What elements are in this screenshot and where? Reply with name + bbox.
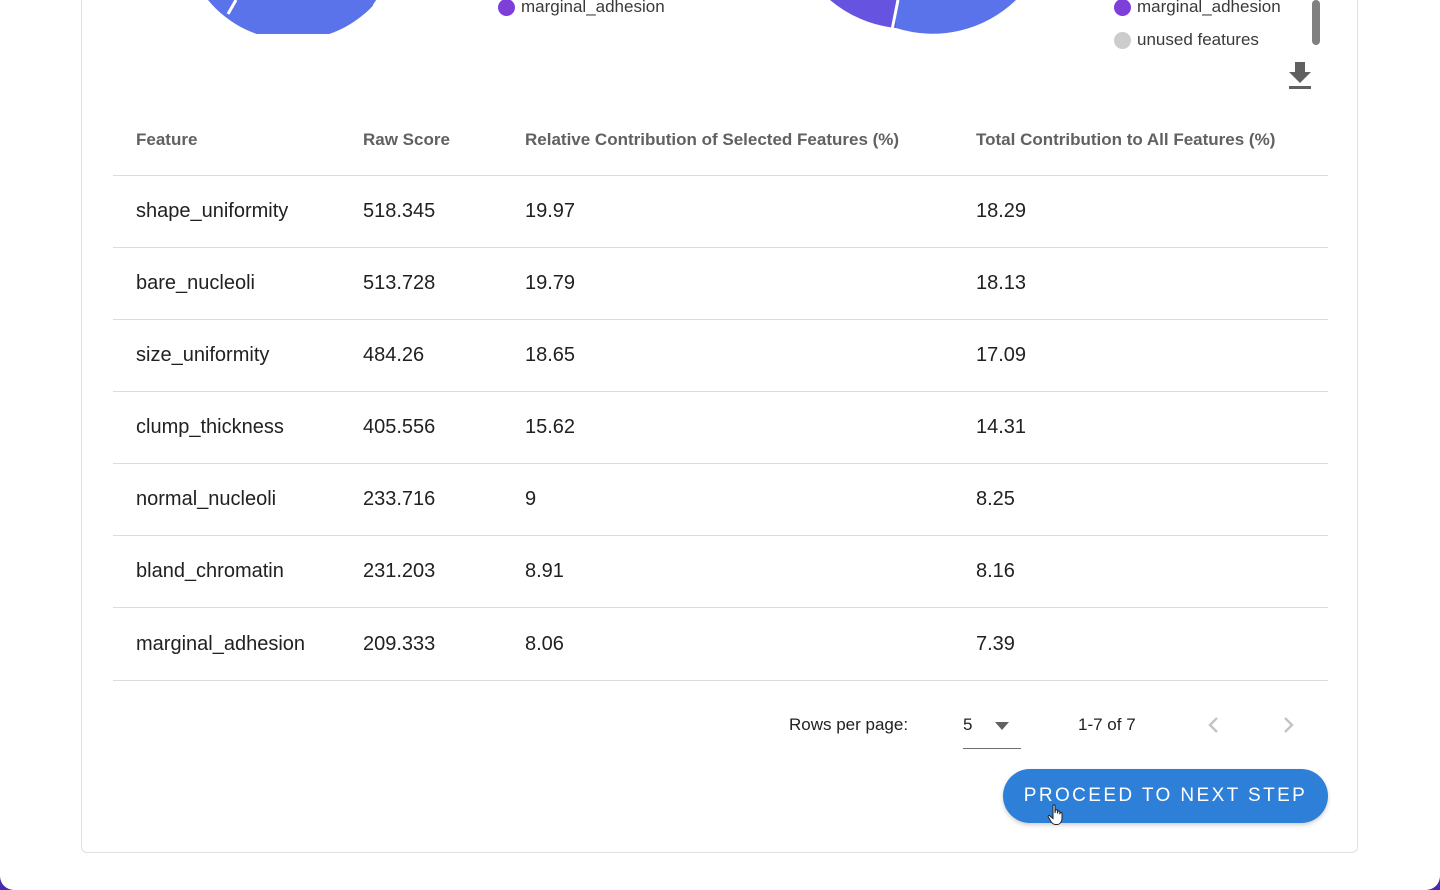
- cell-relative: 8.91: [502, 535, 953, 608]
- table-row: size_uniformity 484.26 18.65 17.09: [113, 319, 1328, 392]
- cell-feature: shape_uniformity: [113, 175, 340, 248]
- cell-relative: 15.62: [502, 391, 953, 464]
- pagination-range: 1-7 of 7: [1078, 715, 1136, 734]
- download-button[interactable]: [1286, 60, 1314, 92]
- table-header-row: Feature Raw Score Relative Contribution …: [113, 104, 1328, 176]
- cell-relative: 9: [502, 463, 953, 536]
- cell-relative: 18.65: [502, 319, 953, 392]
- legend-item-marginal-adhesion-left[interactable]: marginal_adhesion: [498, 0, 665, 17]
- pie-chart-left: [208, 0, 380, 34]
- header-relative-contribution[interactable]: Relative Contribution of Selected Featur…: [502, 104, 953, 176]
- pie-chart-right: [830, 0, 1016, 34]
- legend-dot: [1114, 0, 1131, 16]
- cell-relative: 19.97: [502, 175, 953, 248]
- cell-total: 8.25: [953, 463, 1328, 536]
- table-row: normal_nucleoli 233.716 9 8.25: [113, 463, 1328, 536]
- cell-raw-score: 231.203: [340, 535, 502, 608]
- legend-label: marginal_adhesion: [1137, 0, 1281, 16]
- cell-feature: clump_thickness: [113, 391, 340, 464]
- cell-raw-score: 209.333: [340, 607, 502, 681]
- legend-label: unused features: [1137, 30, 1259, 49]
- hand-cursor-icon: [1047, 804, 1063, 825]
- pie-slice-blue: [896, 0, 1016, 34]
- header-total-contribution[interactable]: Total Contribution to All Features (%): [953, 104, 1328, 176]
- legend-item-unused-features[interactable]: unused features: [1114, 30, 1259, 50]
- table-row: bare_nucleoli 513.728 19.79 18.13: [113, 247, 1328, 320]
- legend-label: marginal_adhesion: [521, 0, 665, 16]
- legend-dot: [1114, 31, 1131, 49]
- header-raw-score[interactable]: Raw Score: [340, 104, 502, 176]
- cell-relative: 19.79: [502, 247, 953, 320]
- cell-raw-score: 513.728: [340, 247, 502, 320]
- legend-scrollbar-thumb[interactable]: [1312, 0, 1320, 45]
- rows-per-page-label: Rows per page:: [789, 715, 909, 734]
- cell-raw-score: 518.345: [340, 175, 502, 248]
- table-row: shape_uniformity 518.345 19.97 18.29: [113, 175, 1328, 248]
- header-feature[interactable]: Feature: [113, 104, 340, 176]
- table-row: marginal_adhesion 209.333 8.06 7.39: [113, 607, 1328, 681]
- cell-relative: 8.06: [502, 607, 953, 681]
- download-icon: [1289, 62, 1311, 89]
- rows-per-page-value: 5: [963, 715, 973, 734]
- chevron-right-icon: [1284, 717, 1294, 733]
- cell-raw-score: 405.556: [340, 391, 502, 464]
- cell-total: 18.13: [953, 247, 1328, 320]
- legend-dot: [498, 0, 515, 16]
- cell-feature: bare_nucleoli: [113, 247, 340, 320]
- legend-item-marginal-adhesion-right[interactable]: marginal_adhesion: [1114, 0, 1281, 17]
- cell-total: 14.31: [953, 391, 1328, 464]
- cell-total: 18.29: [953, 175, 1328, 248]
- cell-raw-score: 484.26: [340, 319, 502, 392]
- cell-feature: size_uniformity: [113, 319, 340, 392]
- table-row: clump_thickness 405.556 15.62 14.31: [113, 391, 1328, 464]
- cell-feature: marginal_adhesion: [113, 607, 340, 681]
- chevron-left-icon: [1208, 717, 1218, 733]
- cell-total: 17.09: [953, 319, 1328, 392]
- chevron-down-icon: [995, 722, 1009, 730]
- previous-page-button[interactable]: [1196, 708, 1232, 744]
- table-row: bland_chromatin 231.203 8.91 8.16: [113, 535, 1328, 608]
- cell-feature: normal_nucleoli: [113, 463, 340, 536]
- cell-total: 8.16: [953, 535, 1328, 608]
- cell-raw-score: 233.716: [340, 463, 502, 536]
- pie-slice-purple: [830, 0, 896, 28]
- next-page-button[interactable]: [1270, 708, 1306, 744]
- feature-table: Feature Raw Score Relative Contribution …: [113, 104, 1328, 681]
- cell-feature: bland_chromatin: [113, 535, 340, 608]
- cell-total: 7.39: [953, 607, 1328, 681]
- rows-per-page-select[interactable]: 5: [963, 708, 1021, 749]
